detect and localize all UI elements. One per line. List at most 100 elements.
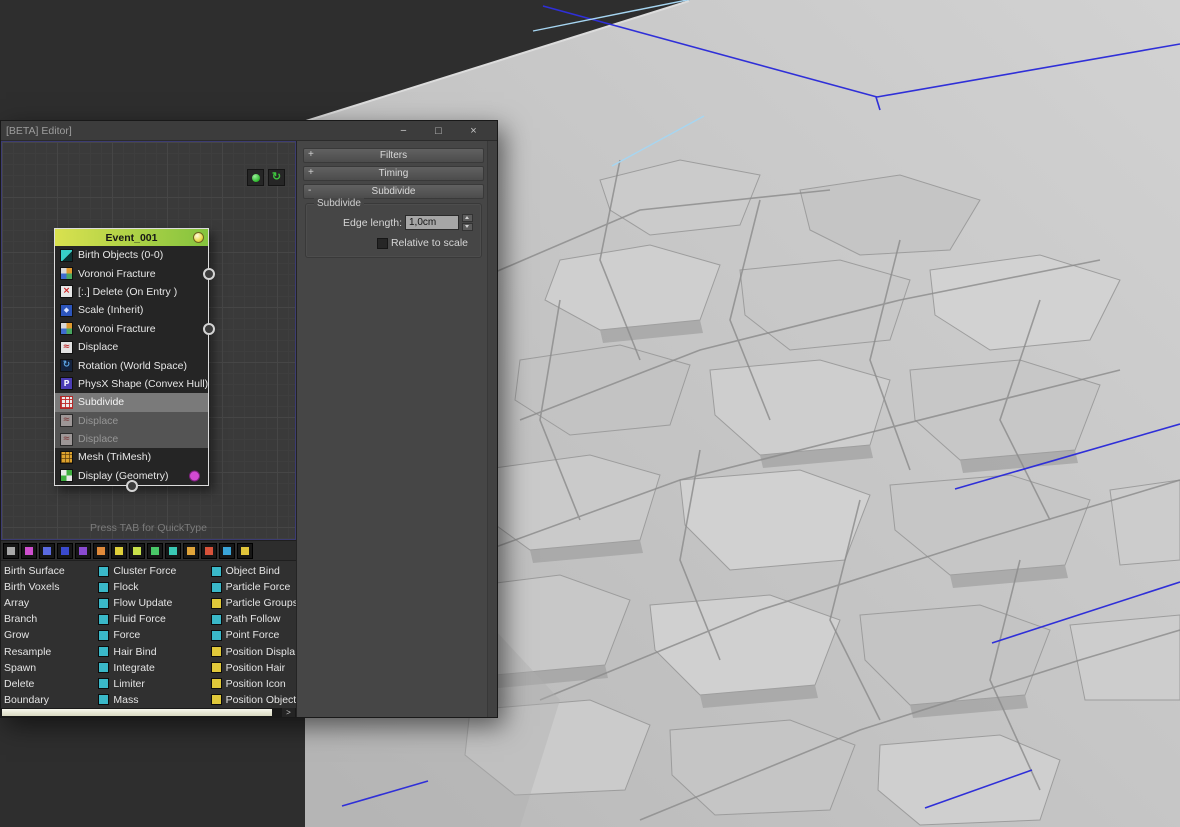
depot-item[interactable]: Spawn [4,660,98,676]
event-output-port[interactable] [125,480,138,493]
depot-column-1: Birth Surface Birth Voxels Array Branch [1,563,98,708]
depot-item[interactable]: Delete [4,676,98,692]
depot-category-icon[interactable] [219,542,235,559]
operator-icon [60,377,73,391]
refresh-icon: ↻ [271,171,282,183]
depot-item[interactable]: Position Icon [210,676,296,692]
operator-type-icon [210,613,222,625]
depot-category-icon[interactable] [3,542,19,559]
depot-item[interactable]: Cluster Force [98,563,210,579]
depot-item-label: Point Force [225,629,280,642]
operator-label: [:.] Delete (On Entry ) [78,285,178,298]
operator-row[interactable]: Subdivide [55,393,208,412]
depot-item[interactable]: Birth Surface [4,563,98,579]
operator-row[interactable]: Scale (Inherit) [55,301,208,319]
depot-category-icon[interactable] [237,542,253,559]
depot-category-icon[interactable] [39,542,55,559]
operator-type-icon [98,565,110,577]
output-port[interactable] [203,322,215,335]
event-node[interactable]: Event_001 Birth Objects (0-0) Voronoi Fr… [54,228,215,493]
depot-item[interactable]: Position Object [210,692,296,708]
depot-item[interactable]: Position Hair [210,660,296,676]
depot-category-icon[interactable] [93,542,109,559]
operator-depot: Birth Surface Birth Voxels Array Branch [1,561,296,708]
relative-to-scale-checkbox[interactable] [376,237,388,249]
rollout-toggle[interactable]: - [308,185,311,197]
parameters-panel: + Filters + Timing - Subdivide Subdivide… [297,141,497,717]
rollout-toggle[interactable]: + [308,149,314,161]
depot-item[interactable]: Hair Bind [98,643,210,659]
operator-type-icon [98,581,110,593]
depot-item-label: Fluid Force [113,613,166,626]
maximize-button[interactable]: □ [421,125,456,137]
depot-category-icon[interactable] [147,542,163,559]
operator-row[interactable]: Voronoi Fracture [55,320,215,338]
operator-row[interactable]: Birth Objects (0-0) [55,246,208,264]
rollout-bar[interactable]: + Filters [303,148,484,163]
operator-row[interactable]: Displace [55,338,208,356]
depot-item[interactable]: Grow [4,627,98,643]
depot-category-icon[interactable] [75,542,91,559]
depot-category-icon[interactable] [129,542,145,559]
graph-toolbar: ↻ [247,169,285,186]
operator-row[interactable]: Displace [55,429,208,449]
depot-item[interactable]: Position Displa [210,643,296,659]
depot-item[interactable]: Branch [4,611,98,627]
event-header[interactable]: Event_001 [55,229,208,246]
operator-row[interactable]: PhysX Shape (Convex Hull) [55,375,208,393]
depot-category-icon[interactable] [201,542,217,559]
depot-category-icon[interactable] [165,542,181,559]
display-color-dot[interactable] [189,470,200,482]
node-pane: ↻ Event_001 Birth Objects (0-0) Voronoi … [1,141,297,717]
minimize-button[interactable]: − [386,125,421,137]
rollout-toggle[interactable]: + [308,167,314,179]
depot-item[interactable]: Object Bind [210,563,296,579]
depot-item[interactable]: Force [98,627,210,643]
depot-item[interactable]: Boundary [4,692,98,708]
depot-category-icon[interactable] [57,542,73,559]
depot-category-icon[interactable] [183,542,199,559]
operator-row[interactable]: Displace [55,411,208,430]
depot-item[interactable]: Fluid Force [98,611,210,627]
operator-label: Birth Objects (0-0) [78,249,164,262]
rollout-bar[interactable]: - Subdivide [303,184,484,199]
depot-item[interactable]: Resample [4,643,98,659]
depot-item[interactable]: Particle Groups [210,595,296,611]
node-graph[interactable]: ↻ Event_001 Birth Objects (0-0) Voronoi … [1,141,296,540]
light-bulb-icon[interactable] [193,232,204,243]
scroll-right-button[interactable]: > [282,708,295,717]
spinner-down-button[interactable] [462,223,473,231]
operator-icon [60,395,73,409]
depot-item[interactable]: Integrate [98,660,210,676]
depot-item[interactable]: Flow Update [98,595,210,611]
operator-row[interactable]: Voronoi Fracture [55,264,215,282]
depot-category-icon[interactable] [21,542,37,559]
rollout-label: Filters [379,150,408,161]
window-title-bar[interactable]: [BETA] Editor] − □ × [1,121,497,141]
depot-item-label: Limiter [113,677,145,690]
operator-row[interactable]: Mesh (TriMesh) [55,448,208,466]
depot-category-icon[interactable] [111,542,127,559]
operator-type-icon [98,694,110,706]
close-button[interactable]: × [456,125,491,137]
refresh-button[interactable]: ↻ [268,169,285,186]
scrollbar-thumb[interactable] [2,709,272,716]
depot-scrollbar[interactable]: > [1,708,296,717]
quicktype-hint: Press TAB for QuickType [90,522,207,534]
depot-item[interactable]: Point Force [210,627,296,643]
depot-item[interactable]: Limiter [98,676,210,692]
depot-item[interactable]: Particle Force [210,579,296,595]
operator-row[interactable]: Rotation (World Space) [55,356,208,374]
edge-length-input[interactable]: 1,0cm [405,215,459,230]
depot-item[interactable]: Array [4,595,98,611]
depot-item[interactable]: Flock [98,579,210,595]
spinner-up-button[interactable] [462,214,473,222]
depot-item[interactable]: Birth Voxels [4,579,98,595]
operator-row[interactable]: [:.] Delete (On Entry ) [55,283,208,301]
depot-item[interactable]: Path Follow [210,611,296,627]
event-title: Event_001 [105,231,158,244]
enable-simulation-button[interactable] [247,169,264,186]
output-port[interactable] [203,267,215,280]
depot-item[interactable]: Mass [98,692,210,708]
rollout-bar[interactable]: + Timing [303,166,484,181]
